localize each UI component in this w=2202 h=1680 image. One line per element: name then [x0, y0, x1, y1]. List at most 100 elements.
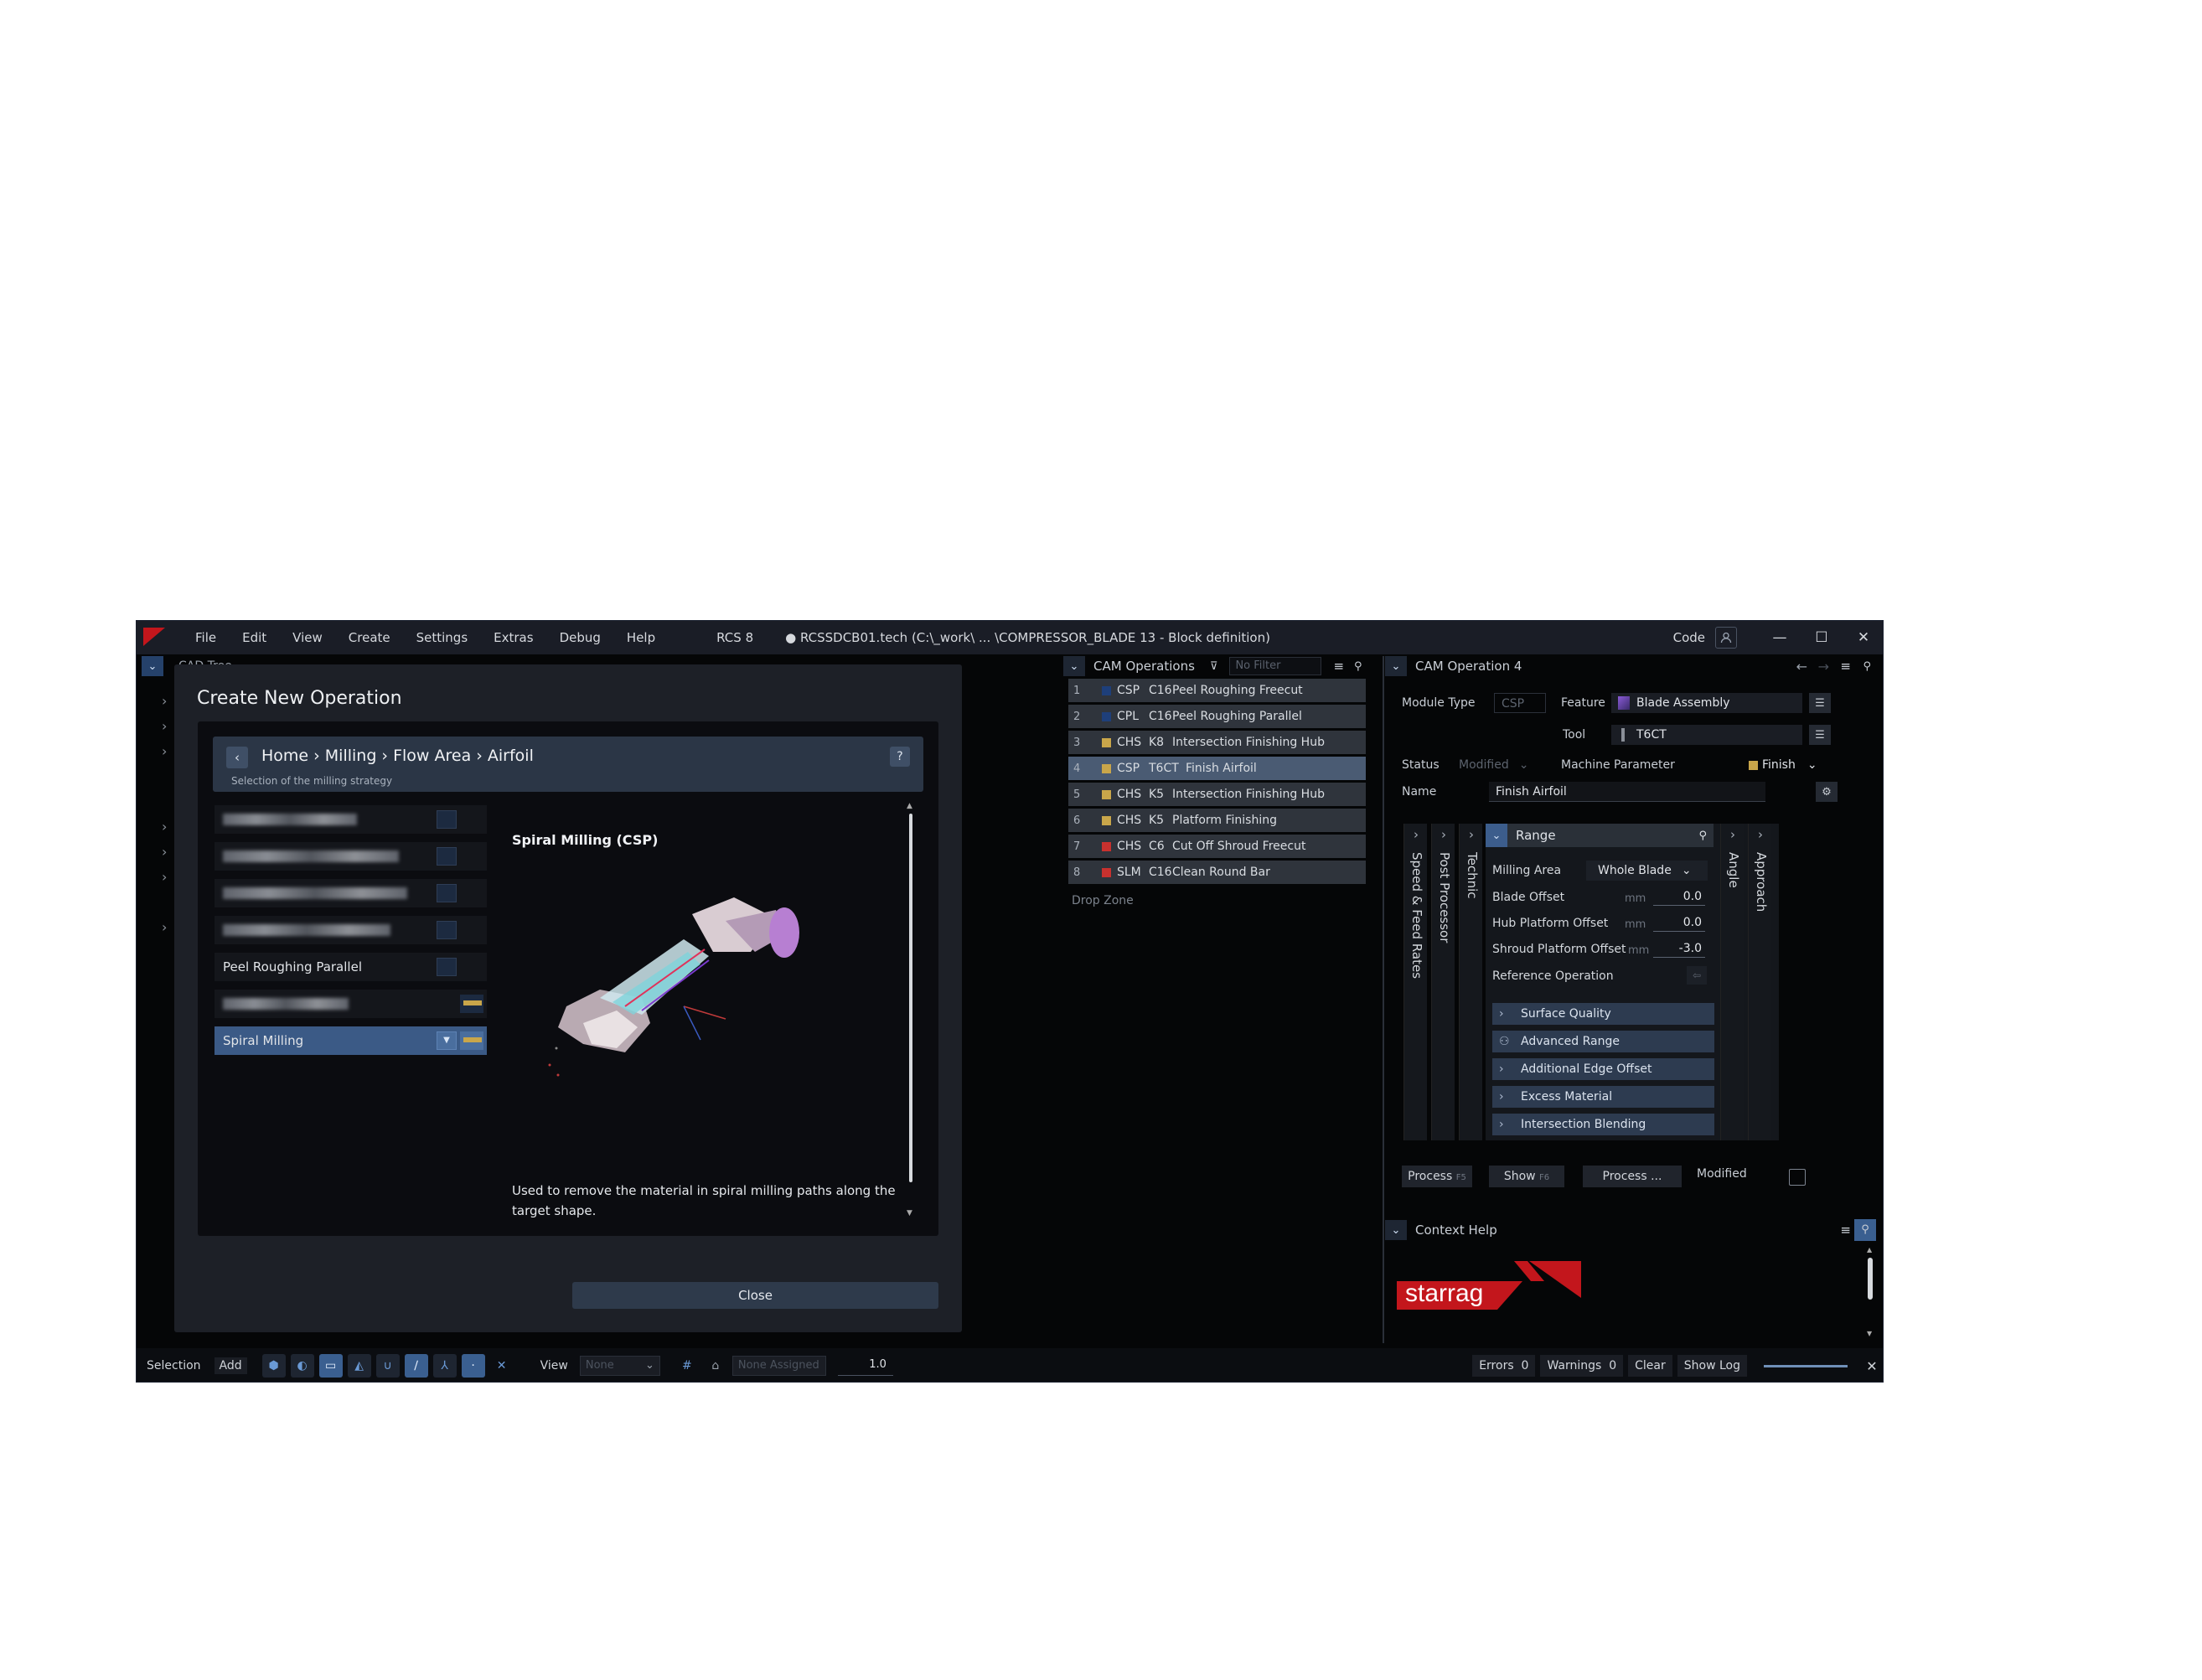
list-item[interactable]: [215, 805, 487, 834]
name-settings-button[interactable]: ⚙: [1816, 782, 1838, 802]
range-header[interactable]: ⌄ Range ⚲: [1486, 824, 1714, 847]
intersection-blending-section[interactable]: › Intersection Blending: [1492, 1114, 1714, 1135]
cad-tree-collapse-button[interactable]: ⌄: [142, 656, 163, 676]
additional-edge-offset-section[interactable]: › Additional Edge Offset: [1492, 1058, 1714, 1080]
panel-menu-icon[interactable]: ≡: [1840, 1223, 1851, 1238]
table-row[interactable]: 5 CHS K5 Intersection Finishing Hub: [1068, 783, 1366, 806]
maximize-button[interactable]: ☐: [1801, 629, 1843, 646]
scroll-up-icon[interactable]: ▲: [1867, 1246, 1872, 1254]
close-log-icon[interactable]: ✕: [1859, 1358, 1883, 1374]
pin-icon[interactable]: ⚲: [1863, 660, 1871, 673]
help-button[interactable]: ?: [890, 747, 910, 767]
pin-icon[interactable]: ⚲: [1354, 660, 1362, 673]
scrollbar-thumb[interactable]: [1868, 1258, 1873, 1300]
list-item[interactable]: Peel Roughing Parallel: [215, 953, 487, 981]
show-log-button[interactable]: Show Log: [1677, 1355, 1747, 1377]
reference-operation-button[interactable]: ⇦: [1687, 966, 1707, 985]
errors-indicator[interactable]: Errors 0: [1472, 1355, 1536, 1377]
tree-expand-icon[interactable]: ›: [162, 844, 167, 860]
surface-quality-section[interactable]: › Surface Quality: [1492, 1003, 1714, 1025]
milling-area-select[interactable]: Whole Blade ⌄: [1586, 861, 1708, 881]
tab-post-processor[interactable]: › Post Processor: [1431, 824, 1455, 1140]
add-mode-button[interactable]: Add: [214, 1357, 247, 1374]
surface-select-icon[interactable]: ◭: [347, 1354, 371, 1378]
advanced-range-section[interactable]: ⚇ Advanced Range: [1492, 1031, 1714, 1052]
process-button[interactable]: Process F5: [1402, 1166, 1472, 1187]
process-more-button[interactable]: Process ...: [1583, 1166, 1682, 1187]
blade-offset-input[interactable]: 0.0: [1653, 887, 1705, 906]
tab-technic[interactable]: › Technic: [1459, 824, 1482, 1140]
filter-icon[interactable]: ⊽: [1210, 660, 1218, 673]
tool-list-button[interactable]: ☰: [1809, 725, 1831, 745]
menu-debug[interactable]: Debug: [560, 630, 601, 645]
list-item[interactable]: [215, 916, 487, 944]
menu-help[interactable]: Help: [627, 630, 655, 645]
menu-extras[interactable]: Extras: [494, 630, 533, 645]
modified-checkbox[interactable]: [1789, 1169, 1806, 1186]
zoom-input[interactable]: 1.0: [837, 1356, 893, 1376]
drop-zone[interactable]: Drop Zone: [1072, 894, 1390, 907]
chevron-down-icon[interactable]: ▼: [437, 1031, 457, 1050]
range-collapse-button[interactable]: ⌄: [1486, 824, 1507, 847]
tab-angle[interactable]: › Angle: [1720, 824, 1744, 1140]
name-input[interactable]: Finish Airfoil: [1489, 782, 1765, 802]
clear-selection-icon[interactable]: ✕: [490, 1354, 514, 1378]
minimize-button[interactable]: —: [1759, 629, 1801, 646]
tool-field[interactable]: T6CT: [1611, 725, 1802, 745]
hub-platform-offset-input[interactable]: 0.0: [1653, 913, 1705, 932]
point-select-icon[interactable]: ·: [461, 1354, 485, 1378]
list-item[interactable]: [215, 879, 487, 907]
scroll-down-icon[interactable]: ▼: [907, 1209, 912, 1217]
table-row[interactable]: 2 CPL C16 Peel Roughing Parallel: [1068, 705, 1366, 728]
tab-speed-feed-rates[interactable]: › Speed & Feed Rates: [1403, 824, 1427, 1140]
feature-field[interactable]: Blade Assembly: [1611, 693, 1802, 713]
filter-input[interactable]: No Filter: [1229, 657, 1322, 675]
list-item[interactable]: [215, 990, 487, 1018]
tree-expand-icon[interactable]: ›: [162, 819, 167, 835]
view-select[interactable]: None ⌄: [579, 1356, 660, 1376]
face-select-icon[interactable]: ▭: [318, 1354, 343, 1378]
table-row[interactable]: 6 CHS K5 Platform Finishing: [1068, 809, 1366, 832]
forward-arrow-icon[interactable]: →: [1818, 659, 1829, 675]
pin-icon[interactable]: ⚲: [1854, 1219, 1876, 1241]
back-button[interactable]: ‹: [226, 747, 248, 768]
code-label[interactable]: Code: [1673, 630, 1705, 645]
mouse-icon[interactable]: ⌂: [704, 1354, 727, 1378]
show-button[interactable]: Show F6: [1489, 1166, 1564, 1187]
warnings-indicator[interactable]: Warnings 0: [1540, 1355, 1624, 1377]
tree-expand-icon[interactable]: ›: [162, 718, 167, 734]
back-arrow-icon[interactable]: ←: [1796, 659, 1807, 675]
tree-expand-icon[interactable]: ›: [162, 869, 167, 885]
scroll-up-icon[interactable]: ▲: [907, 802, 912, 810]
table-row[interactable]: 1 CSP C16 Peel Roughing Freecut: [1068, 679, 1366, 702]
context-help-collapse-button[interactable]: ⌄: [1385, 1220, 1407, 1240]
list-item[interactable]: [215, 842, 487, 871]
feature-list-button[interactable]: ☰: [1809, 693, 1831, 713]
menu-settings[interactable]: Settings: [416, 630, 468, 645]
context-help-scrollbar[interactable]: ▲ ▼: [1866, 1246, 1874, 1340]
table-row[interactable]: 4 CSP T6CT Finish Airfoil: [1068, 757, 1366, 780]
shroud-platform-offset-input[interactable]: -3.0: [1653, 939, 1705, 958]
scroll-down-icon[interactable]: ▼: [1867, 1330, 1872, 1337]
clear-log-button[interactable]: Clear: [1628, 1355, 1672, 1377]
excess-material-section[interactable]: › Excess Material: [1492, 1086, 1714, 1108]
table-row[interactable]: 8 SLM C16 Clean Round Bar: [1068, 861, 1366, 884]
panel-menu-icon[interactable]: ≡: [1840, 659, 1851, 674]
tab-approach[interactable]: › Approach: [1748, 824, 1771, 1140]
assigned-field[interactable]: None Assigned: [731, 1356, 826, 1376]
edge-select-icon[interactable]: ∕: [404, 1354, 428, 1378]
menu-view[interactable]: View: [292, 630, 323, 645]
machine-parameter-select[interactable]: Finish ⌄: [1744, 755, 1831, 775]
menu-edit[interactable]: Edit: [242, 630, 266, 645]
cam-ops-collapse-button[interactable]: ⌄: [1063, 656, 1085, 676]
table-row[interactable]: 7 CHS C6 Cut Off Shroud Freecut: [1068, 835, 1366, 858]
solid-select-icon[interactable]: ⬢: [261, 1354, 286, 1378]
scrollbar-thumb[interactable]: [909, 814, 912, 1182]
list-item-selected[interactable]: Spiral Milling ▼: [215, 1026, 487, 1055]
curve-select-icon[interactable]: ∪: [375, 1354, 400, 1378]
tree-expand-icon[interactable]: ›: [162, 919, 167, 935]
detail-scrollbar[interactable]: ▲ ▼: [906, 802, 916, 1221]
close-button[interactable]: Close: [572, 1282, 938, 1309]
cam-op-collapse-button[interactable]: ⌄: [1385, 656, 1407, 676]
tree-expand-icon[interactable]: ›: [162, 693, 167, 709]
